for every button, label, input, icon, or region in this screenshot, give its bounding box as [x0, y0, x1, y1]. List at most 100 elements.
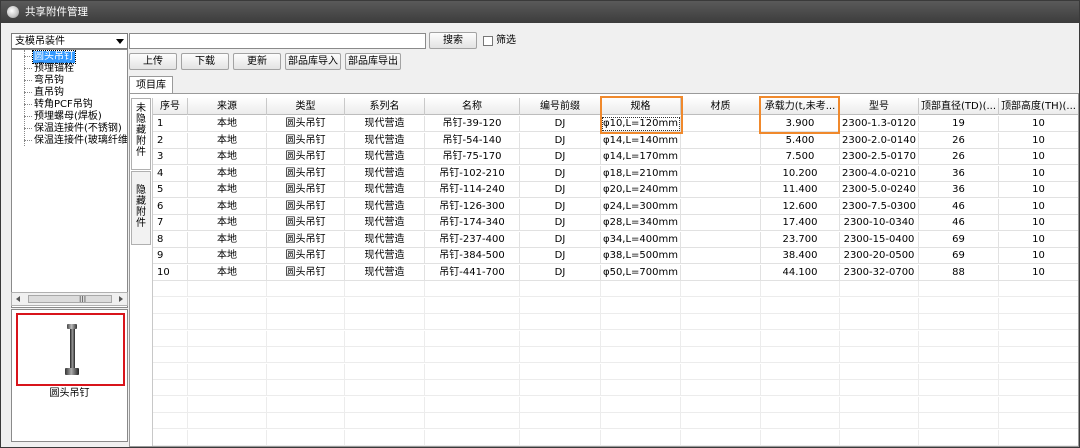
tree-item-insulation-connector-steel[interactable]: 保温连接件(不锈钢): [24, 123, 123, 135]
tab-hidden-attachments[interactable]: 隐藏附件: [131, 171, 151, 245]
table-row[interactable]: 3 本地 圆头吊钉 现代营造 吊钉-75-170 DJ φ14,L=170mm 7.500 23…: [153, 149, 1078, 165]
table-cell[interactable]: 现代营造: [345, 132, 425, 149]
table-cell[interactable]: 吊钉-54-140: [425, 132, 520, 149]
table-cell[interactable]: 现代营造: [345, 198, 425, 215]
table-cell[interactable]: 圆头吊钉: [267, 264, 345, 281]
table-cell[interactable]: 本地: [188, 231, 267, 248]
table-cell[interactable]: 本地: [188, 248, 267, 264]
table-cell[interactable]: 11.400: [761, 182, 840, 198]
table-cell[interactable]: 2300-2.0-0140: [840, 132, 919, 149]
table-cell[interactable]: 36: [919, 182, 999, 198]
table-cell[interactable]: 10: [999, 182, 1078, 198]
table-cell[interactable]: 吊钉-237-400: [425, 231, 520, 248]
table-cell[interactable]: 2300-10-0340: [840, 215, 919, 231]
table-cell[interactable]: 现代营造: [345, 149, 425, 165]
table-cell[interactable]: 10: [153, 264, 188, 281]
table-cell[interactable]: 现代营造: [345, 231, 425, 248]
tree-item-corner-pcf-hook[interactable]: 转角PCF吊钩: [24, 99, 94, 111]
column-header[interactable]: 型号: [840, 98, 919, 115]
scrollbar-thumb[interactable]: III: [28, 295, 112, 304]
table-cell[interactable]: 吊钉-384-500: [425, 248, 520, 264]
table-cell[interactable]: 7: [153, 215, 188, 231]
table-cell[interactable]: 10: [999, 149, 1078, 165]
table-cell[interactable]: 2300-20-0500: [840, 248, 919, 264]
table-cell[interactable]: φ18,L=210mm: [601, 165, 681, 182]
table-row[interactable]: 4 本地 圆头吊钉 现代营造 吊钉-102-210 DJ φ18,L=210mm 10.200…: [153, 165, 1078, 182]
table-cell[interactable]: 10: [999, 215, 1078, 231]
column-header[interactable]: 序号: [153, 98, 188, 115]
table-cell[interactable]: 2300-1.3-0120: [840, 116, 919, 132]
column-header[interactable]: 材质: [681, 98, 761, 115]
table-cell[interactable]: 圆头吊钉: [267, 165, 345, 182]
table-cell[interactable]: 26: [919, 149, 999, 165]
table-cell[interactable]: [681, 215, 761, 231]
table-cell[interactable]: 10: [999, 133, 1078, 149]
table-row[interactable]: 10 本地 圆头吊钉 现代营造 吊钉-441-700 DJ φ50,L=700mm 44.10…: [153, 264, 1078, 281]
table-cell[interactable]: DJ: [520, 248, 601, 264]
table-cell[interactable]: [681, 116, 761, 132]
table-cell[interactable]: 本地: [188, 149, 267, 165]
table-row[interactable]: 6 本地 圆头吊钉 现代营造 吊钉-126-300 DJ φ24,L=300mm 12.600…: [153, 198, 1078, 215]
table-cell[interactable]: 圆头吊钉: [267, 248, 345, 264]
table-cell[interactable]: 圆头吊钉: [267, 182, 345, 198]
table-cell[interactable]: [681, 264, 761, 281]
table-cell[interactable]: [681, 182, 761, 198]
table-cell[interactable]: 8: [153, 231, 188, 248]
table-row[interactable]: 8 本地 圆头吊钉 现代营造 吊钉-237-400 DJ φ34,L=400mm 23.700…: [153, 231, 1078, 248]
search-input[interactable]: [129, 33, 426, 49]
table-cell[interactable]: 圆头吊钉: [267, 198, 345, 215]
table-cell[interactable]: 9: [153, 248, 188, 264]
table-cell[interactable]: 46: [919, 215, 999, 231]
column-header[interactable]: 系列名: [345, 98, 425, 115]
table-cell[interactable]: 69: [919, 231, 999, 248]
table-cell[interactable]: [681, 132, 761, 149]
table-cell[interactable]: φ24,L=300mm: [601, 198, 681, 215]
column-header[interactable]: 名称: [425, 98, 520, 115]
table-cell[interactable]: 10.200: [761, 165, 840, 182]
table-cell[interactable]: 1: [153, 116, 188, 132]
table-cell[interactable]: φ10,L=120mm: [601, 116, 681, 132]
download-button[interactable]: 下载: [181, 53, 229, 70]
table-cell[interactable]: 5.400: [761, 132, 840, 149]
table-cell[interactable]: 38.400: [761, 248, 840, 264]
tree-item-round-head-anchor[interactable]: 圆头吊钉: [24, 50, 76, 64]
table-cell[interactable]: 2300-15-0400: [840, 231, 919, 248]
table-cell[interactable]: 本地: [188, 182, 267, 198]
table-cell[interactable]: 10: [999, 116, 1078, 132]
table-cell[interactable]: 本地: [188, 264, 267, 281]
table-row[interactable]: 9 本地 圆头吊钉 现代营造 吊钉-384-500 DJ φ38,L=500mm 38.400…: [153, 248, 1078, 264]
tree-horizontal-scrollbar[interactable]: III: [11, 292, 128, 306]
table-cell[interactable]: DJ: [520, 182, 601, 198]
table-cell[interactable]: 10: [999, 265, 1078, 281]
table-cell[interactable]: 现代营造: [345, 248, 425, 264]
table-cell[interactable]: 现代营造: [345, 215, 425, 231]
table-cell[interactable]: 2300-2.5-0170: [840, 149, 919, 165]
tab-project-library[interactable]: 项目库: [129, 76, 173, 94]
column-header[interactable]: 承载力(t,未考...: [761, 98, 840, 115]
tree-item-straight-hook[interactable]: 直吊钩: [24, 87, 65, 99]
table-cell[interactable]: 圆头吊钉: [267, 215, 345, 231]
table-cell[interactable]: 2300-7.5-0300: [840, 198, 919, 215]
table-cell[interactable]: 吊钉-102-210: [425, 165, 520, 182]
table-cell[interactable]: 7.500: [761, 149, 840, 165]
category-dropdown[interactable]: 支模吊装件: [11, 33, 128, 49]
table-cell[interactable]: DJ: [520, 132, 601, 149]
table-cell[interactable]: 本地: [188, 132, 267, 149]
table-cell[interactable]: 圆头吊钉: [267, 231, 345, 248]
column-header[interactable]: 规格: [601, 98, 681, 115]
table-cell[interactable]: 26: [919, 132, 999, 149]
tab-not-hidden-attachments[interactable]: 未隐藏附件: [131, 98, 151, 170]
table-cell[interactable]: 2300-4.0-0210: [840, 165, 919, 182]
table-cell[interactable]: 现代营造: [345, 264, 425, 281]
table-cell[interactable]: 10: [999, 232, 1078, 248]
table-cell[interactable]: φ50,L=700mm: [601, 264, 681, 281]
table-cell[interactable]: 本地: [188, 116, 267, 132]
table-cell[interactable]: φ28,L=340mm: [601, 215, 681, 231]
column-header[interactable]: 顶部高度(TH)(...: [999, 98, 1078, 115]
table-cell[interactable]: 圆头吊钉: [267, 132, 345, 149]
table-cell[interactable]: DJ: [520, 116, 601, 132]
table-cell[interactable]: 吊钉-114-240: [425, 182, 520, 198]
table-cell[interactable]: 46: [919, 198, 999, 215]
chevron-down-icon[interactable]: [116, 39, 124, 44]
table-cell[interactable]: 吊钉-174-340: [425, 215, 520, 231]
